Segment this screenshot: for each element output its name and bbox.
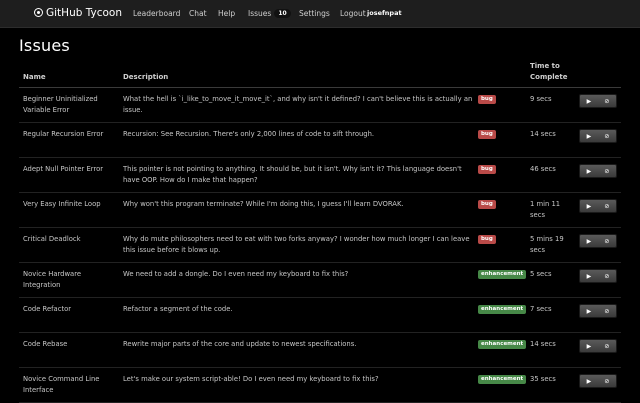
issue-tag-badge: enhancement <box>478 375 527 384</box>
table-header: Name Description Time to Complete <box>19 62 621 88</box>
issue-name: Code Refactor <box>23 305 72 313</box>
issue-name: Novice Hardware Integration <box>23 270 82 289</box>
cancel-icon[interactable]: ⊘ <box>604 203 609 210</box>
issue-actions-group: ▶ ⊘ <box>579 234 617 248</box>
issue-actions-group: ▶ ⊘ <box>579 304 617 318</box>
issue-actions-group: ▶ ⊘ <box>579 164 617 178</box>
issue-time: 5 mins 19 secs <box>530 235 564 254</box>
nav-chat[interactable]: Chat <box>189 9 207 18</box>
cancel-icon[interactable]: ⊘ <box>604 343 609 350</box>
play-icon[interactable]: ▶ <box>587 238 592 245</box>
issue-description: Why won't this program terminate? While … <box>123 200 404 208</box>
issue-time: 46 secs <box>530 165 556 173</box>
play-icon[interactable]: ▶ <box>587 308 592 315</box>
issue-description: Why do mute philosophers need to eat wit… <box>123 235 470 254</box>
table-row: Adept Null Pointer Error This pointer is … <box>19 158 621 193</box>
play-icon[interactable]: ▶ <box>587 378 592 385</box>
cancel-icon[interactable]: ⊘ <box>604 308 609 315</box>
cancel-icon[interactable]: ⊘ <box>604 98 609 105</box>
play-icon[interactable]: ▶ <box>587 273 592 280</box>
issue-name: Critical Deadlock <box>23 235 81 243</box>
username: josefnpat <box>367 9 402 17</box>
issue-time: 14 secs <box>530 130 556 138</box>
navbar: GitHub Tycoon Leaderboard Chat Help Issu… <box>0 0 640 28</box>
issue-description: Let's make our system script-able! Do I … <box>123 375 379 383</box>
cancel-icon[interactable]: ⊘ <box>604 133 609 140</box>
page-title: Issues <box>19 36 70 55</box>
table-row: Novice Hardware Integration We need to ad… <box>19 263 621 298</box>
play-icon[interactable]: ▶ <box>587 133 592 140</box>
issue-time: 5 secs <box>530 270 552 278</box>
nav-logout[interactable]: Logout <box>340 9 366 18</box>
cancel-icon[interactable]: ⊘ <box>604 378 609 385</box>
table-row: Critical Deadlock Why do mute philosopher… <box>19 228 621 263</box>
table-row: Beginner Uninitialized Variable Error Wha… <box>19 88 621 123</box>
issue-actions-group: ▶ ⊘ <box>579 129 617 143</box>
issue-name: Novice Command Line Interface <box>23 375 100 394</box>
issues-count-badge: 10 <box>274 9 291 18</box>
issue-tag-badge: bug <box>478 200 496 209</box>
table-row: Regular Recursion Error Recursion: See Re… <box>19 123 621 158</box>
issue-name: Regular Recursion Error <box>23 130 104 138</box>
issue-description: Rewrite major parts of the core and upda… <box>123 340 357 348</box>
cancel-icon[interactable]: ⊘ <box>604 273 609 280</box>
issue-time: 35 secs <box>530 375 556 383</box>
issue-actions-group: ▶ ⊘ <box>579 199 617 213</box>
issue-description: We need to add a dongle. Do I even need … <box>123 270 349 278</box>
issue-tag-badge: bug <box>478 165 496 174</box>
nav-issues-label: Issues <box>248 9 272 18</box>
issue-description: Recursion: See Recursion. There's only 2… <box>123 130 375 138</box>
issue-actions-group: ▶ ⊘ <box>579 269 617 283</box>
issue-time: 9 secs <box>530 95 552 103</box>
table-row: Novice Command Line Interface Let's make … <box>19 368 621 403</box>
issue-time: 7 secs <box>530 305 552 313</box>
issue-description: What the hell is `i_like_to_move_it_move… <box>123 95 473 114</box>
issue-tag-badge: enhancement <box>478 340 527 349</box>
issue-time: 14 secs <box>530 340 556 348</box>
header-time: Time to Complete <box>530 62 568 81</box>
header-name: Name <box>23 73 46 81</box>
github-logo-icon <box>34 8 43 17</box>
issue-tag-badge: enhancement <box>478 270 527 279</box>
play-icon[interactable]: ▶ <box>587 203 592 210</box>
nav-help[interactable]: Help <box>218 9 235 18</box>
table-body: Beginner Uninitialized Variable Error Wha… <box>19 88 621 403</box>
issue-tag-badge: bug <box>478 95 496 104</box>
issue-actions-group: ▶ ⊘ <box>579 94 617 108</box>
issue-description: Refactor a segment of the code. <box>123 305 233 313</box>
nav-issues[interactable]: Issues 10 <box>248 9 291 18</box>
issues-table: Name Description Time to Complete Beginn… <box>19 62 621 403</box>
play-icon[interactable]: ▶ <box>587 343 592 350</box>
issue-name: Code Rebase <box>23 340 68 348</box>
nav-leaderboard[interactable]: Leaderboard <box>133 9 180 18</box>
cancel-icon[interactable]: ⊘ <box>604 238 609 245</box>
issue-tag-badge: bug <box>478 235 496 244</box>
play-icon[interactable]: ▶ <box>587 168 592 175</box>
issue-description: This pointer is not pointing to anything… <box>123 165 462 184</box>
play-icon[interactable]: ▶ <box>587 98 592 105</box>
issue-tag-badge: bug <box>478 130 496 139</box>
header-description: Description <box>123 73 169 81</box>
issue-time: 1 min 11 secs <box>530 200 561 219</box>
cancel-icon[interactable]: ⊘ <box>604 168 609 175</box>
issue-name: Adept Null Pointer Error <box>23 165 104 173</box>
issue-name: Beginner Uninitialized Variable Error <box>23 95 98 114</box>
table-row: Code Rebase Rewrite major parts of the co… <box>19 333 621 368</box>
table-row: Code Refactor Refactor a segment of the c… <box>19 298 621 333</box>
issue-actions-group: ▶ ⊘ <box>579 339 617 353</box>
issue-actions-group: ▶ ⊘ <box>579 374 617 388</box>
issue-tag-badge: enhancement <box>478 305 527 314</box>
nav-settings[interactable]: Settings <box>299 9 330 18</box>
app-title: GitHub Tycoon <box>46 7 122 19</box>
table-row: Very Easy Infinite Loop Why won't this pr… <box>19 193 621 228</box>
issue-name: Very Easy Infinite Loop <box>23 200 101 208</box>
brand-link[interactable]: GitHub Tycoon <box>34 7 122 19</box>
